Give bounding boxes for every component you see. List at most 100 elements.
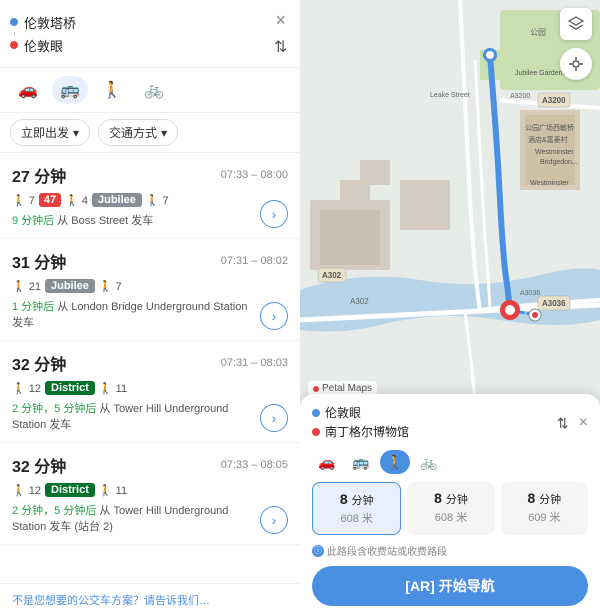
route-duration-1: 27 分钟: [12, 163, 66, 187]
route-list: 27 分钟 07:33 – 08:00 🚶 7 47 🚶 4 Jubilee 🚶…: [0, 153, 300, 583]
map-bottom-card: 伦敦眼 南丁格尔博物馆 ⇅ × 🚗 🚌 🚶 🚲: [300, 394, 600, 616]
card-route-options: 8 分钟 608 米 8 分钟 608 米 8 分钟 609 米: [312, 482, 588, 535]
right-panel: 公园 Jubilee Gardens A302 A3036 A3200: [300, 0, 600, 616]
svg-text:A302: A302: [350, 297, 369, 306]
swap-icon[interactable]: ⇅: [274, 37, 287, 57]
route-info-3: 🚶 12 District 🚶 11 2 分钟，5 分钟后 从 Tower Hi…: [12, 381, 254, 432]
svg-text:Bridgedon...: Bridgedon...: [540, 159, 578, 166]
route-depart-2: 1 分钟后 从 London Bridge Underground Statio…: [12, 298, 254, 330]
route-card-4[interactable]: 32 分钟 07:33 – 08:05 🚶 12 District 🚶 11 2…: [0, 443, 300, 545]
route-depart-1: 9 分钟后 从 Boss Street 发车: [12, 212, 254, 228]
card-tab-cycle[interactable]: 🚲: [414, 450, 444, 474]
nav-arrow-2[interactable]: ›: [260, 302, 288, 330]
card-tab-car[interactable]: 🚗: [312, 450, 342, 474]
depart-filter[interactable]: 立即出发 ▾: [10, 119, 90, 146]
svg-text:公园广场西敏桥: 公园广场西敏桥: [525, 123, 574, 132]
dest-text: 伦敦眼: [24, 36, 63, 55]
depart-highlight-1: 9 分钟后: [12, 215, 54, 227]
svg-text:公园: 公园: [530, 28, 546, 37]
seg-walk-6: 🚶 12: [12, 382, 41, 395]
route-card-inner-1: 🚶 7 47 🚶 4 Jubilee 🚶 7 9 分钟后 从 Boss Stre…: [12, 193, 288, 228]
route-top-2: 31 分钟 07:31 – 08:02: [12, 249, 288, 273]
card-dest-text: 南丁格尔博物馆: [325, 423, 409, 440]
route-opt-time-1: 8 分钟: [319, 491, 394, 508]
tab-cycle[interactable]: 🚲: [136, 76, 172, 104]
route-schedule-4: 07:33 – 08:05: [221, 459, 288, 471]
seg-walk-5: 🚶 7: [99, 280, 122, 293]
bottom-hint[interactable]: 不是您想要的公交车方案？请告诉我们…: [0, 583, 300, 616]
depart-rest-1: 从 Boss Street 发车: [57, 215, 153, 227]
route-info-1: 🚶 7 47 🚶 4 Jubilee 🚶 7 9 分钟后 从 Boss Stre…: [12, 193, 254, 228]
svg-text:A3200: A3200: [510, 93, 530, 100]
svg-text:Westminster: Westminster: [535, 149, 574, 156]
route-schedule-1: 07:33 – 08:00: [221, 169, 288, 181]
route-duration-2: 31 分钟: [12, 249, 66, 273]
start-nav-label: [AR] 开始导航: [405, 576, 494, 596]
route-option-2[interactable]: 8 分钟 608 米: [407, 482, 494, 535]
depart-highlight-2: 1 分钟后: [12, 301, 54, 313]
route-depart-3: 2 分钟，5 分钟后 从 Tower Hill Underground Stat…: [12, 400, 254, 432]
route-segments-2: 🚶 21 Jubilee 🚶 7: [12, 279, 254, 293]
seg-walk-4: 🚶 21: [12, 280, 41, 293]
mode-filter[interactable]: 交通方式 ▾: [98, 119, 178, 146]
svg-text:Jubilee Gardens: Jubilee Gardens: [515, 70, 566, 77]
route-card-inner-2: 🚶 21 Jubilee 🚶 7 1 分钟后 从 London Bridge U…: [12, 279, 288, 330]
card-notice: ⓘ 此路段含收费站或收费路段: [312, 543, 588, 558]
route-option-3[interactable]: 8 分钟 609 米: [501, 482, 588, 535]
svg-text:Leake Street: Leake Street: [430, 92, 470, 99]
route-duration-3: 32 分钟: [12, 351, 66, 375]
svg-text:A302: A302: [322, 271, 342, 280]
card-origin-text: 伦敦眼: [325, 404, 361, 421]
route-card-3[interactable]: 32 分钟 07:31 – 08:03 🚶 12 District 🚶 11 2…: [0, 341, 300, 443]
route-card-2[interactable]: 31 分钟 07:31 – 08:02 🚶 21 Jubilee 🚶 7 1 分…: [0, 239, 300, 341]
route-duration-4: 32 分钟: [12, 453, 66, 477]
card-origin-dot: [312, 409, 320, 417]
seg-walk: 🚶 7: [12, 194, 35, 207]
route-segments-4: 🚶 12 District 🚶 11: [12, 483, 254, 497]
card-transport-tabs: 🚗 🚌 🚶 🚲: [312, 450, 588, 474]
map-layers-button[interactable]: [560, 8, 592, 40]
left-panel: 伦敦塔桥 伦敦眼 × ⇅ 🚗 🚌 🚶 🚲 立即出发 ▾: [0, 0, 300, 616]
route-top-3: 32 分钟 07:31 – 08:03: [12, 351, 288, 375]
svg-text:A3036: A3036: [542, 299, 566, 308]
card-tab-walk[interactable]: 🚶: [380, 450, 410, 474]
route-opt-unit-3: 分钟: [539, 494, 561, 506]
petal-dot: [313, 386, 319, 392]
seg-jubilee-1: Jubilee: [92, 193, 142, 207]
map-background: 公园 Jubilee Gardens A302 A3036 A3200: [300, 0, 600, 616]
card-swap-icon[interactable]: ⇅: [557, 415, 569, 432]
route-info-4: 🚶 12 District 🚶 11 2 分钟，5 分钟后 从 Tower Hi…: [12, 483, 254, 534]
route-segments-1: 🚶 7 47 🚶 4 Jubilee 🚶 7: [12, 193, 254, 207]
origin-text: 伦敦塔桥: [24, 13, 76, 32]
tab-walk[interactable]: 🚶: [94, 76, 130, 104]
route-opt-time-3: 8 分钟: [507, 490, 582, 507]
tab-car[interactable]: 🚗: [10, 76, 46, 104]
route-opt-unit-2: 分钟: [446, 494, 468, 506]
filter-row: 立即出发 ▾ 交通方式 ▾: [0, 113, 300, 153]
route-opt-unit-1: 分钟: [352, 495, 374, 507]
tab-bus[interactable]: 🚌: [52, 76, 88, 104]
card-close-button[interactable]: ×: [579, 414, 588, 432]
seg-walk-9: 🚶 11: [99, 484, 127, 497]
location-row: 伦敦塔桥 伦敦眼 × ⇅: [10, 10, 290, 57]
depart-highlight-4: 2 分钟，5 分钟后: [12, 505, 96, 517]
nav-arrow-3[interactable]: ›: [260, 404, 288, 432]
seg-walk-7: 🚶 11: [99, 382, 127, 395]
close-button[interactable]: ×: [271, 10, 290, 31]
route-segments-3: 🚶 12 District 🚶 11: [12, 381, 254, 395]
card-header: 伦敦眼 南丁格尔博物馆 ⇅ ×: [312, 404, 588, 442]
locate-button[interactable]: [560, 48, 592, 80]
seg-district-1: District: [45, 381, 95, 395]
route-option-1[interactable]: 8 分钟 608 米: [312, 482, 401, 535]
card-dest-dot: [312, 428, 320, 436]
nav-arrow-4[interactable]: ›: [260, 506, 288, 534]
transport-tabs: 🚗 🚌 🚶 🚲: [0, 68, 300, 113]
depart-highlight-3: 2 分钟，5 分钟后: [12, 403, 96, 415]
start-nav-button[interactable]: [AR] 开始导航: [312, 566, 588, 606]
route-top-1: 27 分钟 07:33 – 08:00: [12, 163, 288, 187]
route-depart-4: 2 分钟，5 分钟后 从 Tower Hill Underground Stat…: [12, 502, 254, 534]
card-tab-bus[interactable]: 🚌: [346, 450, 376, 474]
nav-arrow-1[interactable]: ›: [260, 200, 288, 228]
route-card[interactable]: 27 分钟 07:33 – 08:00 🚶 7 47 🚶 4 Jubilee 🚶…: [0, 153, 300, 239]
origin-location: 伦敦塔桥: [10, 13, 271, 32]
